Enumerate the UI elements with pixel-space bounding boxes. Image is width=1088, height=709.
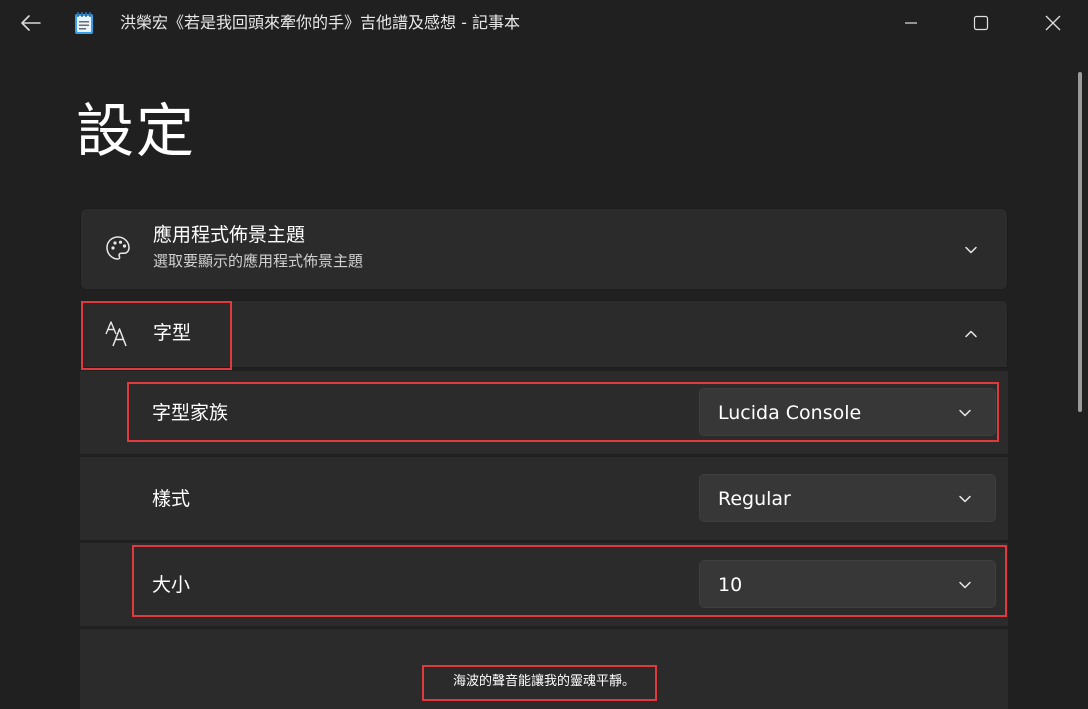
font-size-dropdown[interactable]: 10 — [699, 560, 996, 608]
font-size-value: 10 — [718, 574, 743, 596]
chevron-down-icon — [955, 575, 975, 595]
window-title: 洪榮宏《若是我回頭來牽你的手》吉他譜及感想 - 記事本 — [120, 13, 520, 32]
title-bar: 洪榮宏《若是我回頭來牽你的手》吉他譜及感想 - 記事本 — [0, 0, 1088, 46]
chevron-up-icon[interactable] — [961, 324, 981, 344]
font-preview-area: 海波的聲音能讓我的靈魂平靜。 — [80, 628, 1008, 709]
minimize-button[interactable] — [876, 0, 946, 46]
chevron-down-icon — [955, 489, 975, 509]
close-button[interactable] — [1018, 0, 1088, 46]
font-size-label: 大小 — [152, 574, 191, 596]
back-arrow-icon — [21, 15, 41, 31]
back-button[interactable] — [14, 8, 48, 38]
font-family-value: Lucida Console — [718, 402, 862, 424]
font-size-row: 大小 10 — [80, 542, 1008, 626]
notepad-settings-window: 洪榮宏《若是我回頭來牽你的手》吉他譜及感想 - 記事本 設定 應用程式佈景主題 … — [0, 0, 1088, 709]
page-title: 設定 — [76, 97, 197, 165]
palette-icon — [103, 233, 133, 263]
font-style-dropdown[interactable]: Regular — [699, 474, 996, 522]
app-theme-title: 應用程式佈景主題 — [153, 224, 306, 246]
maximize-button[interactable] — [946, 0, 1016, 46]
font-card-header[interactable]: 字型 — [80, 300, 1008, 368]
font-icon — [103, 319, 133, 349]
font-card-title: 字型 — [153, 322, 192, 344]
close-icon — [1045, 15, 1061, 31]
notepad-icon — [74, 11, 94, 35]
minimize-icon — [905, 22, 917, 24]
font-family-label: 字型家族 — [152, 402, 229, 424]
chevron-down-icon — [955, 403, 975, 423]
font-family-row: 字型家族 Lucida Console — [80, 370, 1008, 454]
font-style-value: Regular — [718, 488, 791, 510]
font-preview-text: 海波的聲音能讓我的靈魂平靜。 — [452, 674, 635, 689]
app-theme-card[interactable]: 應用程式佈景主題 選取要顯示的應用程式佈景主題 — [80, 208, 1008, 290]
font-style-label: 樣式 — [152, 488, 191, 510]
chevron-down-icon[interactable] — [961, 240, 981, 260]
font-family-dropdown[interactable]: Lucida Console — [699, 388, 996, 436]
app-theme-subtitle: 選取要顯示的應用程式佈景主題 — [153, 252, 364, 270]
maximize-icon — [973, 15, 989, 31]
font-style-row: 樣式 Regular — [80, 456, 1008, 540]
vertical-scrollbar[interactable] — [1078, 72, 1082, 412]
